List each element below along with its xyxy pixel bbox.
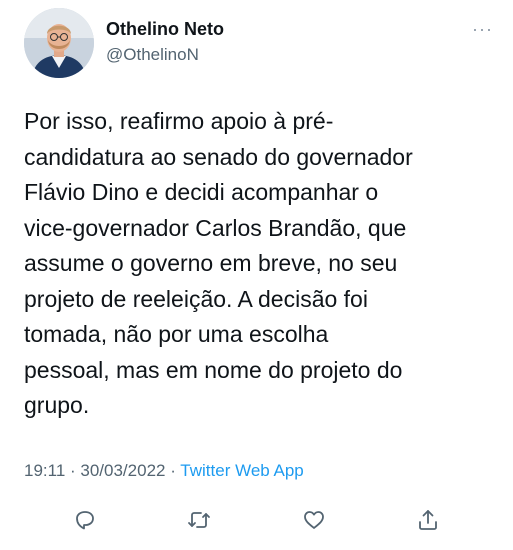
retweet-icon: [188, 512, 210, 528]
reply-button[interactable]: [71, 506, 99, 534]
avatar[interactable]: [24, 8, 94, 78]
like-button[interactable]: [300, 506, 328, 534]
tweet-source[interactable]: Twitter Web App: [180, 461, 303, 480]
like-icon: [304, 511, 324, 529]
share-icon: [419, 510, 437, 530]
meta-separator: ·: [65, 461, 81, 480]
author-name[interactable]: Othelino Neto: [106, 19, 224, 40]
reply-icon: [76, 511, 94, 530]
tweet: Othelino Neto @OthelinoN ··· Por isso, r…: [0, 0, 513, 550]
meta-separator: ·: [165, 461, 181, 480]
tweet-time[interactable]: 19:11: [24, 461, 65, 480]
avatar-photo: [24, 8, 94, 78]
author-handle[interactable]: @OthelinoN: [106, 45, 199, 65]
tweet-actions: [0, 506, 513, 536]
tweet-date[interactable]: 30/03/2022: [80, 461, 165, 480]
share-button[interactable]: [414, 506, 442, 534]
more-options-icon[interactable]: ···: [472, 20, 493, 38]
tweet-text: Por isso, reafirmo apoio à pré- candidat…: [24, 108, 413, 418]
tweet-meta: 19:11 · 30/03/2022 · Twitter Web App: [24, 461, 304, 481]
retweet-button[interactable]: [185, 506, 213, 534]
